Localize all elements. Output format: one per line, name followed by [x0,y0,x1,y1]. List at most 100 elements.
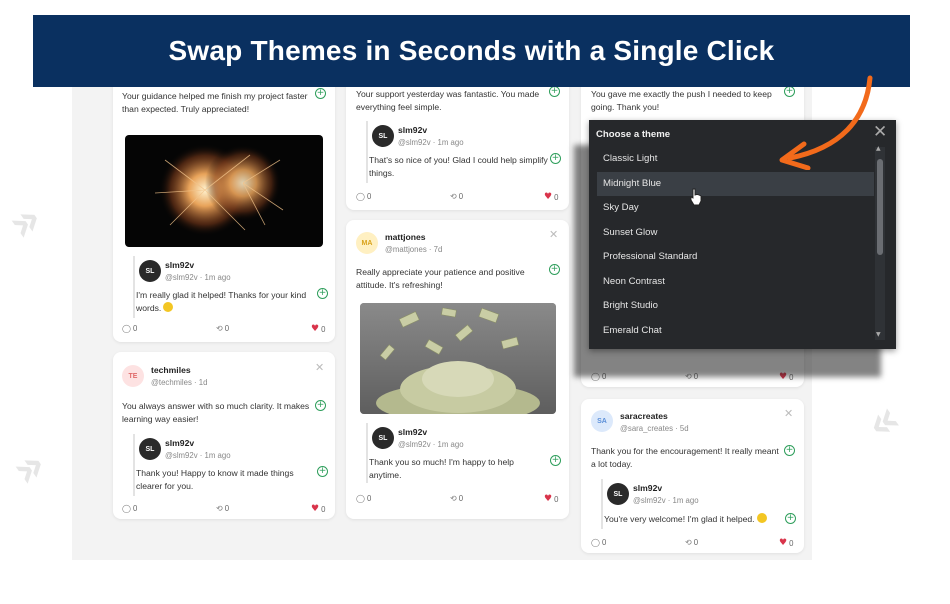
comment-icon: ◯ [356,192,365,201]
repost-count[interactable]: ⟲0 [685,538,698,547]
avatar: SA [591,410,613,432]
reply-username[interactable]: slm92v [398,125,427,135]
handle: @techmiles · 1d [151,378,208,387]
reply-text: Thank you! Happy to know it made things … [136,468,294,491]
theme-option[interactable]: Bright Studio [597,294,874,319]
promo-canvas: » » « Your guidance helped me finish my … [0,0,950,604]
heart-icon: ♥ [544,494,553,504]
testimonial-text: You always answer with so much clarity. … [122,401,310,424]
repost-count[interactable]: ⟲0 [216,324,229,333]
add-reply-icon[interactable]: + [315,400,326,411]
reply-handle: @slm92v · 1m ago [165,451,231,460]
avatar: SL [139,438,161,460]
comment-icon: ◯ [591,538,600,547]
reply-text: That's so nice of you! Glad I could help… [369,155,548,178]
theme-options-list: Classic Light Midnight Blue Sky Day Suns… [597,147,874,343]
theme-option[interactable]: Professional Standard [597,245,874,270]
add-reply-icon[interactable]: + [550,153,561,164]
fireworks-image [125,135,323,247]
like-count[interactable]: ♥ 0 [544,494,558,504]
theme-option[interactable]: Neon Contrast [597,270,874,295]
hand-cursor-icon [690,188,702,206]
smile-emoji-icon [756,513,767,523]
repost-icon: ⟲ [685,538,692,547]
decor-chevron-icon: » [1,436,57,498]
avatar: SL [607,483,629,505]
username[interactable]: techmiles [151,365,191,375]
add-reply-icon[interactable]: + [785,513,796,524]
theme-option[interactable]: Sky Day [597,196,874,221]
add-reply-icon[interactable]: + [550,455,561,466]
heart-icon: ♥ [311,504,320,514]
comment-count[interactable]: ◯0 [122,504,137,513]
heart-icon: ♥ [544,192,553,202]
decor-chevron-icon: » [0,190,53,252]
testimonial-text: Really appreciate your patience and posi… [356,267,525,290]
theme-option[interactable]: Sunset Glow [597,221,874,246]
repost-icon: ⟲ [216,504,223,513]
reply-username[interactable]: slm92v [398,427,427,437]
handle: @mattjones · 7d [385,245,443,254]
theme-option[interactable]: Midnight Blue [597,171,874,196]
testimonial-card: SA saracreates @sara_creates · 5d ✕ Than… [581,399,804,553]
like-count[interactable]: ♥ 0 [311,324,325,334]
testimonial-card: Your support yesterday was fantastic. Yo… [346,84,569,210]
like-count[interactable]: ♥ 0 [544,192,558,202]
theme-option[interactable]: Emerald Chat [597,319,874,344]
reply-thread: SL slm92v @slm92v · 1m ago I'm really gl… [133,256,328,318]
testimonial-card: MA mattjones @mattjones · 7d ✕ Really ap… [346,220,569,519]
reply-handle: @slm92v · 1m ago [165,273,231,282]
add-reply-icon[interactable]: + [317,466,328,477]
add-reply-icon[interactable]: + [315,88,326,99]
repost-icon: ⟲ [450,192,457,201]
repost-count[interactable]: ⟲0 [216,504,229,513]
add-reply-icon[interactable]: + [784,445,795,456]
reply-handle: @slm92v · 1m ago [398,440,464,449]
reply-username[interactable]: slm92v [165,260,194,270]
reply-handle: @slm92v · 1m ago [398,138,464,147]
money-pile-image [360,303,556,414]
decor-chevron-icon: « [855,390,911,452]
add-reply-icon[interactable]: + [549,264,560,275]
like-count[interactable]: ♥ 0 [311,504,325,514]
repost-count[interactable]: ⟲0 [450,192,463,201]
repost-icon: ⟲ [450,494,457,503]
repost-icon: ⟲ [216,324,223,333]
comment-count[interactable]: ◯0 [591,538,606,547]
comment-count[interactable]: ◯0 [356,192,371,201]
reply-thread: SL slm92v @slm92v · 1m ago That's so nic… [366,121,561,183]
testimonial-text: You gave me exactly the push I needed to… [591,89,772,112]
heart-icon: ♥ [779,538,788,548]
reply-thread: SL slm92v @slm92v · 1m ago Thank you! Ha… [133,434,328,496]
comment-icon: ◯ [122,324,131,333]
scroll-down-icon[interactable]: ▼ [876,331,881,338]
theme-list-scrollbar[interactable]: ▲ ▼ [875,145,885,340]
avatar: SL [372,427,394,449]
repost-count[interactable]: ⟲0 [450,494,463,503]
reply-text: I'm really glad it helped! Thanks for yo… [136,290,307,313]
reply-username[interactable]: slm92v [633,483,662,493]
banner-title: Swap Themes in Seconds with a Single Cli… [168,35,775,66]
pointer-arrow-icon [779,75,873,170]
like-count[interactable]: ♥ 0 [779,538,793,548]
reply-thread: SL slm92v @slm92v · 1m ago You're very w… [601,479,796,529]
avatar: SL [372,125,394,147]
close-icon[interactable]: ✕ [315,361,324,374]
add-reply-icon[interactable]: + [549,86,560,97]
testimonial-card: TE techmiles @techmiles · 1d ✕ You alway… [113,352,335,519]
close-icon[interactable]: ✕ [549,228,558,241]
scrollbar-thumb[interactable] [877,159,883,255]
avatar: MA [356,232,378,254]
avatar: SL [139,260,161,282]
username[interactable]: saracreates [620,411,668,421]
testimonial-text: Your guidance helped me finish my projec… [122,91,308,114]
reply-text: You're very welcome! I'm glad it helped. [604,513,784,526]
reply-username[interactable]: slm92v [165,438,194,448]
testimonial-card: Your guidance helped me finish my projec… [113,84,335,342]
add-reply-icon[interactable]: + [317,288,328,299]
close-icon[interactable]: ✕ [784,407,793,420]
username[interactable]: mattjones [385,232,426,242]
comment-icon: ◯ [122,504,131,513]
comment-count[interactable]: ◯0 [356,494,371,503]
comment-count[interactable]: ◯0 [122,324,137,333]
